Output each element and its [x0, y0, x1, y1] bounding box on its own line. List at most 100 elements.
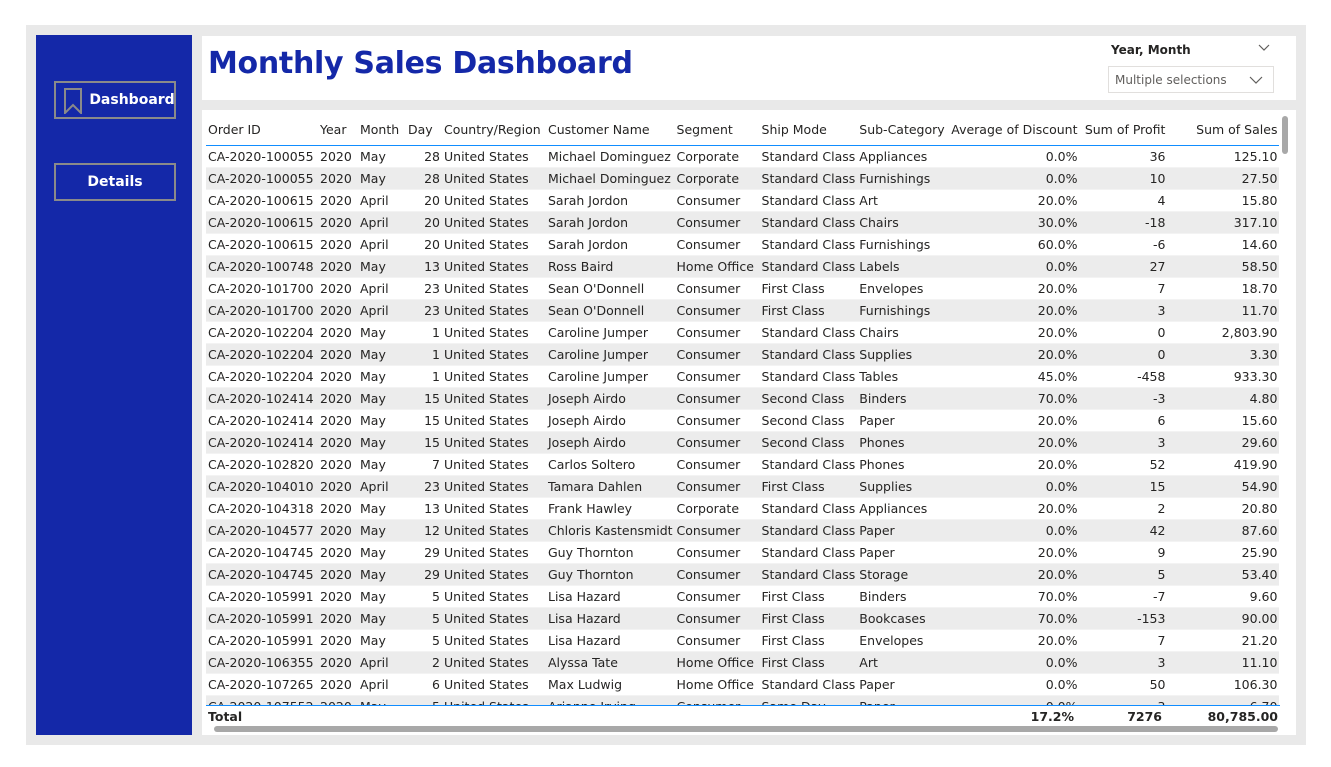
table-row[interactable]: CA-2020-101700 2020 April 23 United States Se…: [206, 299, 1280, 322]
table-row[interactable]: CA-2020-104577 2020 May 12 United States Chlo…: [206, 519, 1280, 542]
table-cell: 15: [1079, 475, 1168, 498]
table-cell: United States: [442, 563, 546, 586]
table-cell: 6: [406, 673, 442, 696]
vertical-scrollbar[interactable]: [1282, 116, 1288, 154]
table-cell: 6: [1079, 409, 1168, 432]
table-cell: May: [358, 365, 406, 388]
table-cell: 27.50: [1167, 167, 1280, 190]
table-cell: United States: [442, 365, 546, 388]
table-row[interactable]: CA-2020-101700 2020 April 23 United States Se…: [206, 277, 1280, 300]
table-cell: Standard Class: [759, 211, 858, 234]
table-cell: Consumer: [674, 541, 760, 564]
column-header[interactable]: Day: [406, 115, 442, 146]
details-nav-button[interactable]: Details: [54, 163, 176, 201]
table-row[interactable]: CA-2020-105991 2020 May 5 United States Lisa …: [206, 629, 1280, 652]
table-row[interactable]: CA-2020-104745 2020 May 29 United States Guy …: [206, 563, 1280, 586]
dashboard-nav-button[interactable]: Dashboard: [54, 81, 176, 119]
table-cell: Home Office: [674, 255, 760, 278]
table-cell: Furnishings: [857, 299, 950, 322]
column-header[interactable]: Sub-Category: [857, 115, 950, 146]
table-cell: Sarah Jordon: [546, 233, 675, 256]
table-cell: 2020: [318, 563, 358, 586]
table-row[interactable]: CA-2020-100615 2020 April 20 United States Sa…: [206, 189, 1280, 212]
table-row[interactable]: CA-2020-100615 2020 April 20 United States Sa…: [206, 211, 1280, 234]
table-cell: Furnishings: [857, 233, 950, 256]
table-cell: 125.10: [1167, 145, 1280, 168]
table-cell: Appliances: [857, 497, 950, 520]
table-cell: April: [358, 651, 406, 674]
table-cell: 2020: [318, 453, 358, 476]
table-cell: 2020: [318, 497, 358, 520]
table-cell: 52: [1079, 453, 1168, 476]
table-cell: 2020: [318, 365, 358, 388]
table-cell: Corporate: [674, 167, 760, 190]
column-header[interactable]: Customer Name: [546, 115, 675, 146]
chevron-down-icon[interactable]: [1258, 44, 1270, 52]
table-row[interactable]: CA-2020-100055 2020 May 28 United States Mich…: [206, 145, 1280, 168]
table-row[interactable]: CA-2020-102414 2020 May 15 United States Jose…: [206, 409, 1280, 432]
table-viewport[interactable]: Order ID Year Month Day Country/Region Custom…: [202, 110, 1296, 705]
horizontal-scrollbar[interactable]: [214, 726, 1278, 732]
year-month-slicer-dropdown[interactable]: Multiple selections: [1108, 66, 1274, 93]
table-cell: Alyssa Tate: [546, 651, 675, 674]
table-row[interactable]: CA-2020-1075522020May5United StatesArian…: [206, 695, 1280, 705]
table-row[interactable]: CA-2020-102204 2020 May 1 United States Carol…: [206, 343, 1280, 366]
table-cell: Lisa Hazard: [546, 585, 675, 608]
table-row[interactable]: CA-2020-102204 2020 May 1 United States Carol…: [206, 321, 1280, 344]
table-cell: Lisa Hazard: [546, 629, 675, 652]
table-row[interactable]: CA-2020-102204 2020 May 1 United States Carol…: [206, 365, 1280, 388]
table-cell: Binders: [857, 387, 950, 410]
column-header[interactable]: Ship Mode: [759, 115, 858, 146]
table-cell: 21.20: [1167, 629, 1280, 652]
table-cell: 2020: [318, 673, 358, 696]
table-cell: May: [358, 563, 406, 586]
table-row[interactable]: CA-2020-107265 2020 April 6 United States Max…: [206, 673, 1280, 696]
table-cell: Consumer: [674, 409, 760, 432]
column-header[interactable]: Month: [358, 115, 406, 146]
table-cell: 90.00: [1167, 607, 1280, 630]
table-cell: May: [358, 387, 406, 410]
table-row[interactable]: CA-2020-105991 2020 May 5 United States Lisa …: [206, 607, 1280, 630]
table-cell: 0.0%: [949, 673, 1080, 696]
table-row[interactable]: CA-2020-104318 2020 May 13 United States Fran…: [206, 497, 1280, 520]
table-cell: 14.60: [1167, 233, 1280, 256]
table-total-row: Total 17.2% 7276 80,785.00: [206, 705, 1280, 727]
table-row[interactable]: CA-2020-104010 2020 April 23 United States Ta…: [206, 475, 1280, 498]
table-row[interactable]: CA-2020-102414 2020 May 15 United States Jose…: [206, 387, 1280, 410]
table-row[interactable]: CA-2020-105991 2020 May 5 United States Lisa …: [206, 585, 1280, 608]
table-row[interactable]: CA-2020-104745 2020 May 29 United States Guy …: [206, 541, 1280, 564]
column-header[interactable]: Year: [318, 115, 358, 146]
column-header[interactable]: Country/Region: [442, 115, 546, 146]
table-cell: Second Class: [759, 387, 858, 410]
column-header[interactable]: Order ID: [206, 115, 318, 146]
table-cell: United States: [442, 233, 546, 256]
column-header[interactable]: Sum of Profit: [1079, 115, 1168, 146]
table-cell: Arianne Irving: [546, 695, 675, 705]
table-cell: Standard Class: [759, 673, 858, 696]
table-row[interactable]: CA-2020-102820 2020 May 7 United States Carlo…: [206, 453, 1280, 476]
table-cell: Max Ludwig: [546, 673, 675, 696]
table-row[interactable]: CA-2020-106355 2020 April 2 United States Aly…: [206, 651, 1280, 674]
column-header[interactable]: Average of Discount: [949, 115, 1080, 146]
details-nav-label: Details: [87, 174, 143, 190]
column-header[interactable]: Sum of Sales: [1167, 115, 1280, 146]
table-cell: CA-2020-105991: [206, 607, 318, 630]
sales-table-visual[interactable]: Order ID Year Month Day Country/Region Custom…: [202, 110, 1296, 735]
table-cell: United States: [442, 431, 546, 454]
table-row[interactable]: CA-2020-100055 2020 May 28 United States Mich…: [206, 167, 1280, 190]
table-cell: United States: [442, 673, 546, 696]
table-row[interactable]: CA-2020-102414 2020 May 15 United States Jose…: [206, 431, 1280, 454]
table-cell: Lisa Hazard: [546, 607, 675, 630]
table-cell: 20: [406, 189, 442, 212]
table-cell: Standard Class: [759, 167, 858, 190]
table-cell: Consumer: [674, 387, 760, 410]
table-cell: 2020: [318, 167, 358, 190]
total-sum-profit: 7276: [1127, 709, 1162, 724]
table-row[interactable]: CA-2020-100748 2020 May 13 United States Ross…: [206, 255, 1280, 278]
table-cell: Standard Class: [759, 497, 858, 520]
table-cell: United States: [442, 343, 546, 366]
column-header[interactable]: Segment: [674, 115, 760, 146]
table-cell: United States: [442, 519, 546, 542]
sidebar: Dashboard Details: [36, 35, 192, 735]
table-row[interactable]: CA-2020-100615 2020 April 20 United States Sa…: [206, 233, 1280, 256]
